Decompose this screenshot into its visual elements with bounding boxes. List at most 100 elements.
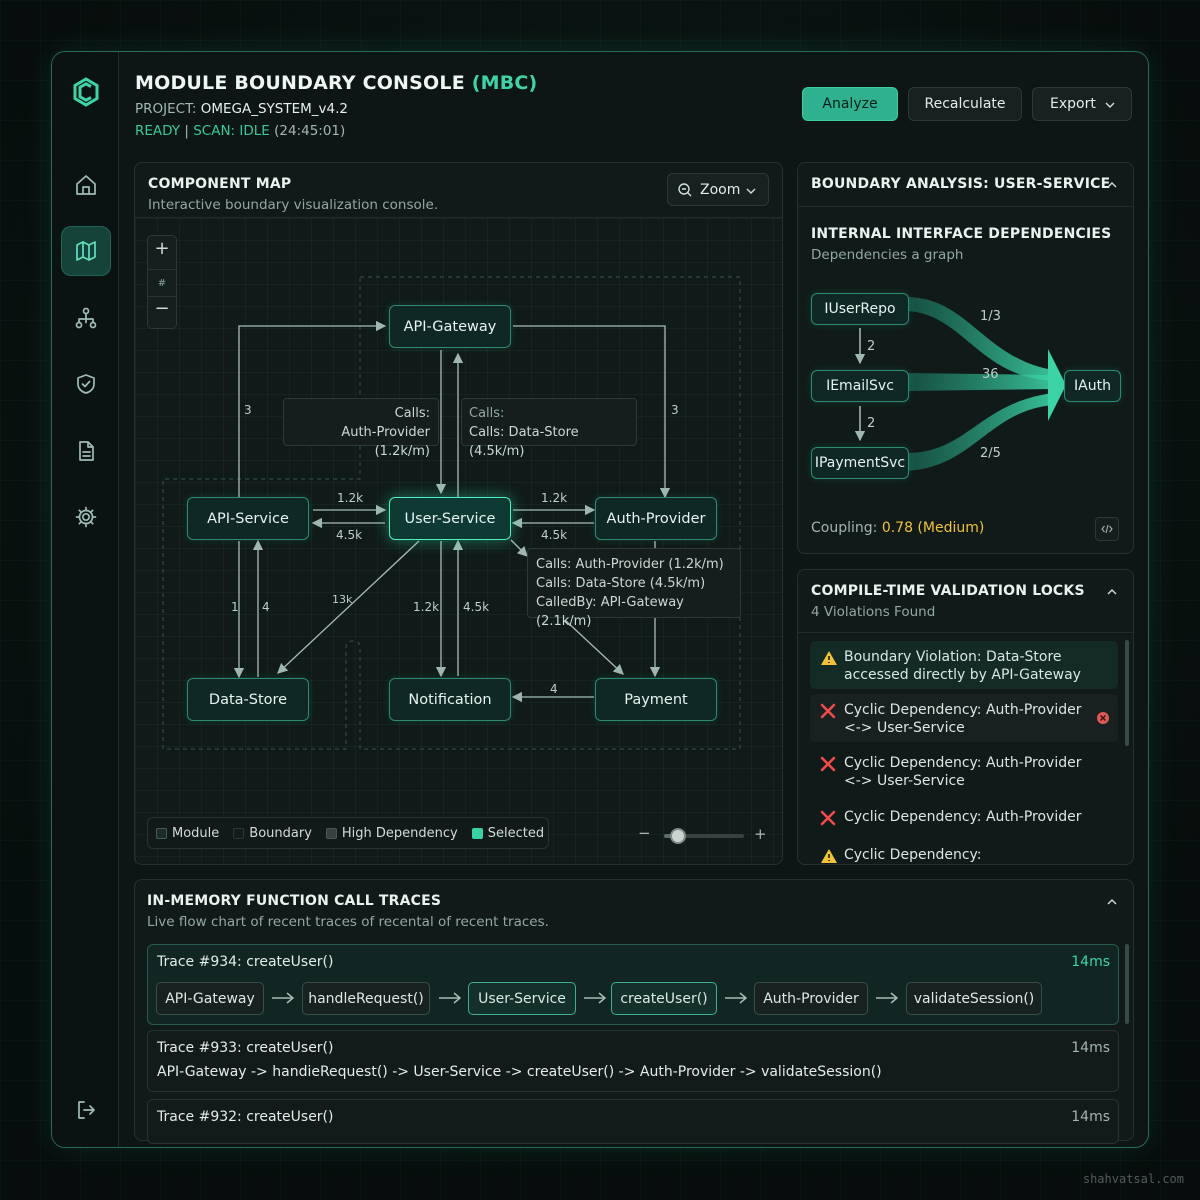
edge-label: 4.5k bbox=[336, 528, 363, 542]
violation-text: <-> User-Service bbox=[844, 773, 965, 789]
arrow-right-icon bbox=[272, 992, 295, 1004]
violation-text: Boundary Violation: Data-Store bbox=[844, 649, 1062, 665]
violation-text: accessed directly by API-Gateway bbox=[844, 667, 1081, 683]
export-button[interactable]: Export bbox=[1032, 87, 1132, 121]
warning-icon bbox=[821, 849, 837, 863]
app-window: MODULE BOUNDARY CONSOLE (MBC) PROJECT: O… bbox=[51, 51, 1149, 1148]
violation-text: Cyclic Dependency: Auth-Provider bbox=[844, 809, 1082, 825]
arrow-right-icon bbox=[876, 992, 899, 1004]
trace-name: Trace #932: createUser() bbox=[157, 1109, 334, 1125]
trace-chip[interactable]: Auth-Provider bbox=[754, 982, 868, 1015]
violation-text: Cyclic Dependency: Auth-Provider bbox=[844, 755, 1082, 771]
trace-row[interactable]: Trace #932: createUser() 14ms bbox=[147, 1099, 1119, 1144]
code-icon bbox=[1101, 524, 1113, 534]
node-notification[interactable]: Notification bbox=[389, 678, 511, 721]
chevron-up-icon[interactable] bbox=[1107, 587, 1117, 597]
node-ipaymentsvc[interactable]: IPaymentSvc bbox=[811, 447, 909, 479]
trace-chip[interactable]: createUser() bbox=[611, 982, 717, 1015]
violation-item[interactable]: Cyclic Dependency: Auth-Provider <-> Use… bbox=[810, 747, 1118, 795]
violation-item[interactable]: Cyclic Dependency: Auth-Provider bbox=[810, 801, 1118, 831]
sidebar bbox=[52, 52, 119, 1147]
scrollbar[interactable] bbox=[1125, 944, 1129, 1024]
edge-label: 3 bbox=[671, 403, 679, 417]
logout-icon[interactable] bbox=[61, 1085, 111, 1135]
chevron-down-icon bbox=[1105, 102, 1115, 108]
edge-label: 13k bbox=[332, 593, 353, 606]
node-iemailsvc[interactable]: IEmailSvc bbox=[811, 370, 909, 402]
recalculate-button[interactable]: Recalculate bbox=[908, 87, 1022, 121]
analyze-button[interactable]: Analyze bbox=[802, 87, 898, 121]
call-traces-title: IN-MEMORY FUNCTION CALL TRACES bbox=[147, 893, 442, 909]
node-auth-provider[interactable]: Auth-Provider bbox=[595, 497, 717, 540]
violation-text: <-> User-Service bbox=[844, 720, 965, 736]
zoom-slider-track[interactable] bbox=[664, 828, 744, 844]
edge-label: 1.2k bbox=[337, 491, 364, 505]
violation-item[interactable]: Cyclic Dependency: bbox=[810, 839, 1118, 864]
trace-row[interactable]: Trace #934: createUser() 14ms API-Gatewa… bbox=[147, 944, 1119, 1025]
edge-label: 1.2k bbox=[541, 491, 568, 505]
trace-chip[interactable]: handleRequest() bbox=[302, 982, 430, 1015]
error-icon bbox=[820, 756, 836, 772]
map-icon[interactable] bbox=[61, 226, 111, 276]
divider bbox=[798, 632, 1133, 633]
flow-label: 1/3 bbox=[980, 309, 1001, 324]
trace-chip[interactable]: API-Gateway bbox=[156, 982, 264, 1015]
flow-label: 2 bbox=[867, 416, 876, 431]
map-legend: Module Boundary High Dependency Selected bbox=[147, 817, 549, 849]
code-view-button[interactable] bbox=[1095, 517, 1119, 541]
tooltip-line: CalledBy: API-Gateway (2.1k/m) bbox=[536, 595, 684, 629]
edge-user-tooltip bbox=[510, 539, 528, 557]
app-logo-icon[interactable] bbox=[61, 67, 111, 117]
arrow-right-icon bbox=[584, 992, 607, 1004]
chevron-up-icon[interactable] bbox=[1107, 897, 1117, 907]
settings-icon[interactable] bbox=[61, 492, 111, 542]
shield-icon[interactable] bbox=[61, 359, 111, 409]
slider-minus-button[interactable]: − bbox=[638, 824, 651, 842]
warning-icon bbox=[821, 651, 837, 665]
violation-item[interactable]: Cyclic Dependency: Auth-Provider <-> Use… bbox=[810, 694, 1118, 742]
tooltip-line: Calls: bbox=[394, 406, 430, 421]
edge-label: 4.5k bbox=[463, 600, 490, 614]
node-iauth[interactable]: IAuth bbox=[1064, 370, 1121, 402]
dismiss-icon[interactable] bbox=[1096, 711, 1110, 725]
tooltip-line: Calls: Auth-Provider (1.2k/m) bbox=[536, 557, 724, 572]
edge-tooltip: Calls: Auth-Provider (1.2k/m) bbox=[283, 398, 439, 459]
trace-row[interactable]: Trace #933: createUser() 14ms API-Gatewa… bbox=[147, 1030, 1119, 1092]
trace-duration: 14ms bbox=[1071, 1040, 1110, 1056]
coupling-score: Coupling: 0.78 (Medium) bbox=[811, 520, 985, 536]
edge-label: 1 bbox=[231, 600, 239, 614]
scrollbar[interactable] bbox=[1125, 640, 1129, 746]
node-api-service[interactable]: API-Service bbox=[187, 497, 309, 540]
flow-label: 2/5 bbox=[980, 446, 1001, 461]
arrow-right-icon bbox=[439, 992, 462, 1004]
node-data-store[interactable]: Data-Store bbox=[187, 678, 309, 721]
watermark: shahvatsal.com bbox=[1082, 1172, 1184, 1186]
home-icon[interactable] bbox=[61, 160, 111, 210]
tooltip-line: Calls: bbox=[469, 406, 505, 421]
violation-item[interactable]: Boundary Violation: Data-Store accessed … bbox=[810, 641, 1118, 689]
node-iuserrepo[interactable]: IUserRepo bbox=[811, 293, 909, 325]
tooltip-line: Calls: Data-Store (4.5k/m) bbox=[469, 425, 579, 459]
trace-chip[interactable]: User-Service bbox=[468, 982, 576, 1015]
node-payment[interactable]: Payment bbox=[595, 678, 717, 721]
document-icon[interactable] bbox=[61, 426, 111, 476]
violation-text: Cyclic Dependency: bbox=[844, 847, 982, 863]
node-api-gateway[interactable]: API-Gateway bbox=[389, 305, 511, 348]
trace-chip[interactable]: validateSession() bbox=[906, 982, 1042, 1015]
arrow-right-icon bbox=[725, 992, 748, 1004]
project-info: PROJECT: OMEGA_SYSTEM_v4.2 bbox=[135, 101, 348, 117]
slider-plus-button[interactable]: + bbox=[754, 825, 767, 843]
node-user-service[interactable]: User-Service bbox=[389, 497, 511, 540]
edge-label: 3 bbox=[244, 403, 252, 417]
hierarchy-icon[interactable] bbox=[61, 293, 111, 343]
edge-label: 4 bbox=[550, 682, 558, 696]
trace-path: API-Gateway -> handieRequest() -> User-S… bbox=[157, 1064, 882, 1080]
status-line: READY | SCAN: IDLE (24:45:01) bbox=[135, 123, 346, 139]
trace-name: Trace #934: createUser() bbox=[157, 954, 334, 970]
edge-tooltip: Calls: Calls: Data-Store (4.5k/m) bbox=[461, 398, 637, 459]
validation-locks-panel: COMPILE-TIME VALIDATION LOCKS 4 Violatio… bbox=[797, 569, 1134, 865]
zoom-slider-thumb[interactable] bbox=[670, 828, 686, 844]
tooltip-line: Calls: Data-Store (4.5k/m) bbox=[536, 576, 706, 591]
edge-label: 4 bbox=[262, 600, 270, 614]
trace-duration: 14ms bbox=[1071, 954, 1110, 970]
